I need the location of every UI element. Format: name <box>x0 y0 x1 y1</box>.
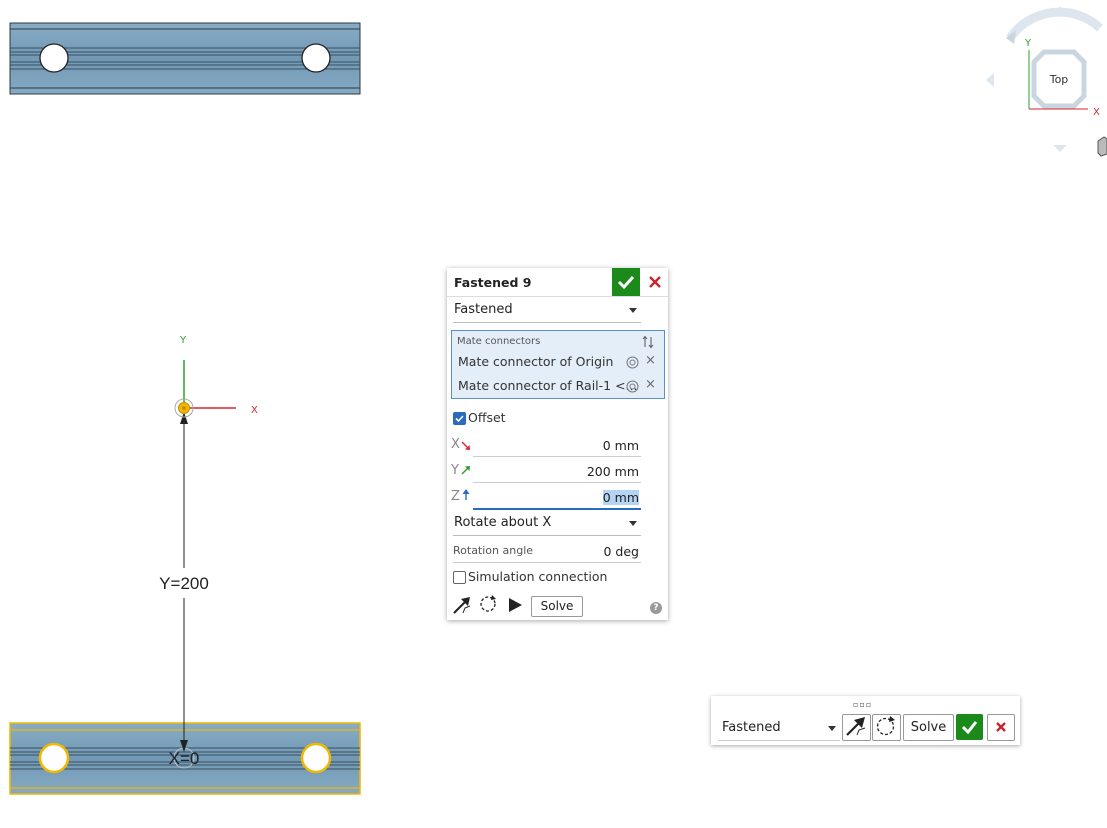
remove-connector-button[interactable]: × <box>645 353 656 368</box>
mini-drag-button[interactable] <box>842 714 871 741</box>
checkmark-icon <box>961 721 978 735</box>
mate-type-select[interactable]: Fastened <box>453 298 641 323</box>
chevron-down-icon <box>828 726 836 731</box>
mini-animate-button[interactable] <box>872 714 901 741</box>
view-cube-y-label: Y <box>1024 38 1032 49</box>
fastened-mate-dialog: Fastened 9 Fastened Mate connectors Mate… <box>447 268 668 620</box>
offset-dimension[interactable]: Y=200 X=0 <box>159 412 209 768</box>
offset-y-value: 200 mm <box>586 464 639 479</box>
mate-connector-icon[interactable] <box>626 356 639 369</box>
swap-order-icon[interactable] <box>642 335 654 349</box>
simulation-connection-label: Simulation connection <box>468 569 608 584</box>
x-dimension-label[interactable]: X=0 <box>169 749 200 768</box>
mate-connectors-list[interactable]: Mate connectors Mate connector of Origin… <box>451 330 665 399</box>
view-cube-face-top[interactable]: Top <box>1049 73 1069 86</box>
offset-z-axis-label: Z <box>451 489 460 504</box>
offset-x-value: 0 mm <box>602 438 639 453</box>
dimension-label[interactable]: Y=200 <box>159 574 209 593</box>
accept-button[interactable] <box>612 268 640 296</box>
mini-cancel-button[interactable] <box>987 714 1015 741</box>
rotation-angle-value[interactable]: 0 deg <box>604 544 640 559</box>
mini-solve-button[interactable]: Solve <box>903 714 954 741</box>
triad-y-label: Y <box>179 335 187 346</box>
mate-connector-item[interactable]: Mate connector of Rail-1 <... × <box>452 375 664 397</box>
mate-type-value: Fastened <box>454 302 513 317</box>
offset-checkbox-box[interactable] <box>453 412 466 425</box>
offset-x-axis-label: X <box>451 437 460 452</box>
solve-button[interactable]: Solve <box>531 596 583 617</box>
mini-mate-type-select[interactable]: Fastened <box>718 715 840 741</box>
mate-connector-item[interactable]: Mate connector of Origin × <box>452 351 664 373</box>
mate-connector-icon[interactable] <box>626 380 639 393</box>
rail-part-top[interactable] <box>9 22 361 95</box>
offset-y-axis-label: Y <box>451 463 459 478</box>
close-icon <box>996 722 1006 732</box>
checkmark-icon <box>617 275 635 290</box>
simulation-checkbox-box[interactable] <box>453 571 466 584</box>
z-direction-icon <box>462 489 470 500</box>
offset-x-input[interactable]: 0 mm <box>473 435 641 457</box>
view-cube-x-label: X <box>1093 107 1100 118</box>
offset-y-field[interactable]: Y 200 mm <box>451 461 641 483</box>
mate-connector-label: Mate connector of Origin <box>458 354 614 369</box>
offset-y-input[interactable]: 200 mm <box>473 461 641 483</box>
offset-z-input[interactable]: 0 mm <box>473 487 641 510</box>
mate-connector-label: Mate connector of Rail-1 <... <box>458 378 638 393</box>
mate-connector-triad[interactable]: Y X <box>174 335 258 418</box>
animate-icon <box>876 716 895 736</box>
mini-accept-button[interactable] <box>956 714 983 740</box>
play-icon[interactable] <box>507 597 523 613</box>
chevron-down-icon <box>629 521 637 526</box>
offset-x-field[interactable]: X 0 mm <box>451 435 641 457</box>
view-cube-home-icon[interactable] <box>1097 136 1107 157</box>
drag-handle-icon[interactable]: ▫▫▫ <box>853 700 872 709</box>
mate-mini-toolbar: ▫▫▫ Fastened Solve <box>711 696 1020 745</box>
remove-connector-button[interactable]: × <box>645 377 656 392</box>
mini-mate-type-value: Fastened <box>722 720 781 735</box>
rotate-axis-value: Rotate about X <box>454 515 552 530</box>
animate-icon[interactable] <box>478 594 498 614</box>
close-icon <box>649 276 661 288</box>
offset-z-field[interactable]: Z 0 mm <box>451 487 641 510</box>
offset-label: Offset <box>468 410 506 425</box>
y-direction-icon <box>461 466 470 475</box>
view-cube[interactable]: Top Y X <box>986 6 1107 157</box>
rotation-angle-field[interactable]: Rotation angle 0 deg <box>453 540 641 563</box>
rotation-angle-label: Rotation angle <box>453 544 534 557</box>
dialog-header: Fastened 9 <box>447 268 668 297</box>
mate-connectors-header: Mate connectors <box>457 336 541 347</box>
x-direction-icon <box>461 441 470 450</box>
checkmark-icon <box>455 415 464 423</box>
chevron-down-icon <box>629 308 637 313</box>
drag-arrow-icon[interactable] <box>452 595 472 615</box>
rotate-axis-select[interactable]: Rotate about X <box>453 511 641 536</box>
triad-x-label: X <box>251 405 258 416</box>
drag-arrow-icon <box>846 717 866 736</box>
cancel-button[interactable] <box>643 268 667 296</box>
offset-z-value: 0 mm <box>602 490 639 505</box>
help-icon[interactable]: ? <box>650 602 662 614</box>
dialog-title: Fastened 9 <box>454 275 532 290</box>
